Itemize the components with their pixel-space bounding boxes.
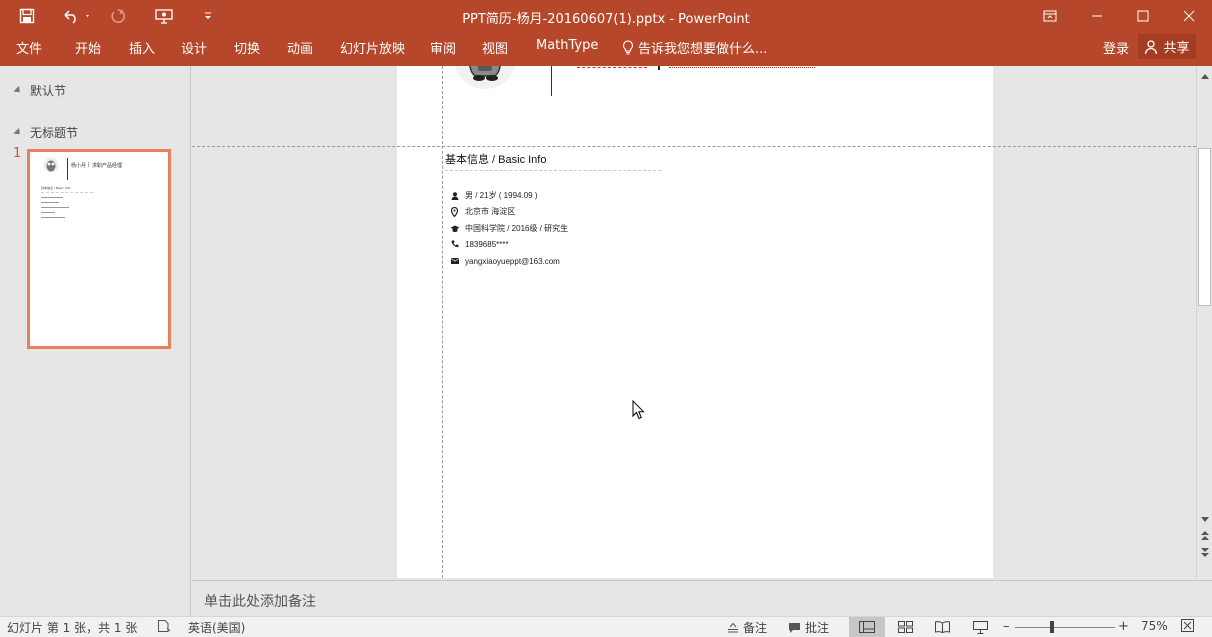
- zoom-in-button[interactable]: +: [1118, 619, 1129, 634]
- minimize-icon[interactable]: [1074, 0, 1120, 32]
- ribbon-tabs: 文件 开始 插入 设计 切换 动画 幻灯片放映 审阅 视图 MathType 告…: [0, 32, 1212, 66]
- heading-rule: [445, 170, 661, 171]
- tab-insert[interactable]: 插入: [129, 38, 155, 57]
- notes-pane[interactable]: 单击此处添加备注: [192, 580, 1212, 616]
- info-text: 男 / 21岁 ( 1994.09 ): [465, 191, 538, 200]
- info-row-phone[interactable]: 1839685****: [449, 239, 509, 249]
- graduation-cap-icon: [449, 224, 460, 234]
- header-divider-line: [551, 66, 552, 96]
- status-bar: 幻灯片 第 1 张，共 1 张 英语(美国) 备注 批注 – + 75%: [0, 616, 1212, 637]
- spellcheck-icon[interactable]: [157, 619, 171, 633]
- slide-canvas[interactable]: 基本信息 / Basic Info 男 / 21岁 ( 1994.09 ) 北京…: [397, 66, 993, 578]
- notes-icon: [728, 622, 738, 632]
- tell-me-box[interactable]: 告诉我您想要做什么...: [622, 38, 767, 57]
- reading-view-icon: [934, 621, 950, 633]
- vertical-scrollbar[interactable]: [1196, 66, 1212, 578]
- comments-toggle-label: 批注: [805, 621, 830, 635]
- slide-editing-area[interactable]: 基本信息 / Basic Info 男 / 21岁 ( 1994.09 ) 北京…: [192, 66, 1196, 578]
- zoom-level[interactable]: 75%: [1141, 619, 1168, 633]
- slideshow-view-icon: [972, 620, 988, 634]
- comments-toggle-button[interactable]: 批注: [788, 619, 829, 636]
- info-row-email[interactable]: yangxiaoyueppt@163.com: [449, 256, 560, 266]
- thumb-heading-rule: [41, 192, 93, 193]
- horizontal-guide[interactable]: [192, 146, 1196, 147]
- person-icon: [449, 191, 460, 201]
- info-text: yangxiaoyueppt@163.com: [465, 256, 560, 266]
- person-add-icon: [1145, 39, 1158, 54]
- share-label: 共享: [1163, 41, 1190, 56]
- ribbon-display-options-icon[interactable]: [1027, 0, 1073, 32]
- previous-slide-icon[interactable]: [1197, 528, 1212, 542]
- collapse-triangle-icon[interactable]: [13, 127, 23, 138]
- tab-file[interactable]: 文件: [16, 38, 42, 57]
- tab-slideshow[interactable]: 幻灯片放映: [340, 38, 405, 57]
- next-slide-icon[interactable]: [1197, 545, 1212, 559]
- thumb-info-lines: [41, 197, 69, 218]
- tab-mathtype[interactable]: MathType: [536, 38, 598, 53]
- avatar-illustration: [455, 66, 515, 89]
- tab-transitions[interactable]: 切换: [234, 38, 260, 57]
- notes-placeholder[interactable]: 单击此处添加备注: [204, 591, 316, 611]
- info-row-gender-age[interactable]: 男 / 21岁 ( 1994.09 ): [449, 190, 537, 201]
- location-pin-icon: [449, 206, 460, 217]
- comment-icon: [789, 622, 800, 633]
- tab-home[interactable]: 开始: [75, 38, 101, 57]
- collapse-triangle-icon[interactable]: [13, 85, 23, 96]
- scroll-up-icon[interactable]: [1197, 69, 1212, 83]
- slide-sorter-button[interactable]: [887, 617, 923, 637]
- thumb-name: 杨小月: [71, 163, 87, 169]
- info-text: 中国科学院 / 2016级 / 研究生: [465, 224, 569, 233]
- info-row-location[interactable]: 北京市 海淀区: [449, 206, 515, 217]
- normal-view-button[interactable]: [849, 617, 885, 637]
- phone-icon: [449, 239, 460, 249]
- mouse-cursor-icon: [632, 400, 645, 420]
- tab-view[interactable]: 视图: [482, 38, 508, 57]
- tab-design[interactable]: 设计: [181, 38, 207, 57]
- slideshow-view-button[interactable]: [962, 617, 998, 637]
- tab-review[interactable]: 审阅: [430, 38, 456, 57]
- section-label: 默认节: [30, 84, 67, 98]
- thumb-tagline: 求职产品经理: [92, 163, 123, 169]
- close-icon[interactable]: [1166, 0, 1212, 32]
- lightbulb-icon: [623, 40, 633, 55]
- scroll-down-icon[interactable]: [1197, 512, 1212, 526]
- thumb-heading: 基本信息 / Basic Info: [41, 186, 71, 190]
- language-indicator[interactable]: 英语(美国): [188, 619, 245, 636]
- info-text: 北京市 海淀区: [465, 207, 516, 216]
- basic-info-heading[interactable]: 基本信息 / Basic Info: [445, 151, 546, 167]
- notes-toggle-label: 备注: [743, 621, 768, 635]
- zoom-slider-track[interactable]: [1015, 627, 1115, 628]
- section-label: 无标题节: [30, 126, 79, 140]
- scrollbar-thumb[interactable]: [1198, 148, 1211, 306]
- thumb-divider-bar: |: [88, 162, 90, 168]
- normal-view-icon: [859, 621, 875, 633]
- maximize-icon[interactable]: [1120, 0, 1166, 32]
- envelope-icon: [449, 256, 460, 266]
- notes-toggle-button[interactable]: 备注: [727, 619, 767, 636]
- login-button[interactable]: 登录: [1103, 38, 1129, 57]
- slide-sorter-icon: [897, 621, 913, 633]
- section-untitled[interactable]: 无标题节: [13, 124, 79, 141]
- slides-panel: 默认节 无标题节 1 杨小月 | 求职产品经理 基本信息 / Basic Inf…: [0, 66, 191, 616]
- info-text: 1839685****: [465, 239, 509, 249]
- thumb-divider: [67, 158, 68, 180]
- slide-thumbnail[interactable]: 杨小月 | 求职产品经理 基本信息 / Basic Info: [27, 149, 171, 349]
- reading-view-button[interactable]: [924, 617, 960, 637]
- tab-animations[interactable]: 动画: [287, 38, 313, 57]
- info-row-education[interactable]: 中国科学院 / 2016级 / 研究生: [449, 223, 568, 234]
- slide-number: 1: [13, 146, 22, 161]
- fit-to-window-icon[interactable]: [1181, 619, 1194, 632]
- avatar-mini-icon: [43, 157, 59, 173]
- zoom-slider-thumb[interactable]: [1050, 621, 1054, 633]
- zoom-out-button[interactable]: –: [1003, 619, 1010, 634]
- tell-me-text: 告诉我您想要做什么...: [638, 42, 768, 57]
- share-button[interactable]: 共享: [1138, 34, 1196, 59]
- vertical-guide[interactable]: [442, 66, 443, 578]
- slide-count: 幻灯片 第 1 张，共 1 张: [7, 621, 138, 635]
- section-default[interactable]: 默认节: [13, 82, 67, 99]
- header-text-fragment: [577, 66, 817, 72]
- title-bar: PPT简历-杨月-20160607(1).pptx - PowerPoint: [0, 0, 1212, 32]
